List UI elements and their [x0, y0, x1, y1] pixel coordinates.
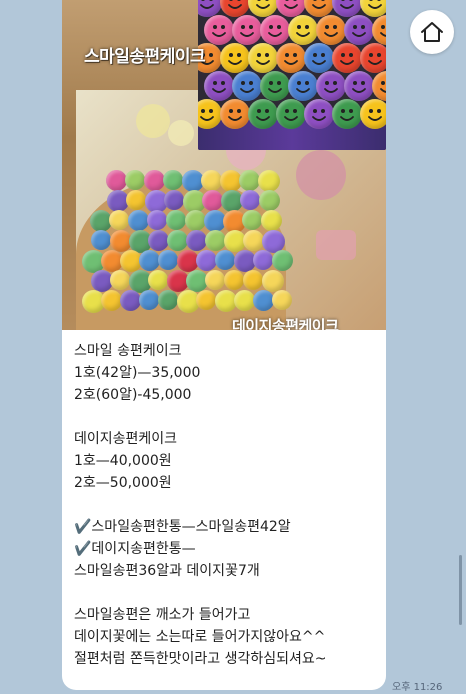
rice-cake-ball — [196, 290, 216, 310]
message-line: ✔️스마일송편한통—스마일송편42알 — [74, 519, 291, 535]
rice-cake-ball — [186, 230, 207, 251]
smiley-rice-cake — [260, 15, 290, 45]
rice-cake-ball — [120, 290, 141, 311]
message-line: 스마일송편36알과 데이지꽃7개 — [74, 563, 260, 579]
rice-cake-ball — [185, 210, 206, 231]
rice-cake-ball — [109, 210, 129, 230]
message-line: 데이지꽃에는 소는따로 들어가지않아요^^ — [74, 629, 326, 645]
rice-cake-ball — [164, 190, 184, 210]
rice-cake-ball — [240, 190, 260, 210]
smiley-rice-cake — [316, 71, 346, 101]
smiley-rice-cake — [288, 71, 318, 101]
rice-cake-ball — [202, 190, 223, 211]
message-line: 스마일송편은 깨소가 들어가고 — [74, 607, 251, 623]
rice-cake-ball — [158, 290, 178, 310]
smiley-rice-cake — [344, 71, 374, 101]
smiley-rice-cake — [204, 15, 234, 45]
caption-bottom: 데이지송편케이크 — [232, 317, 339, 330]
rice-cake-ball — [201, 170, 222, 191]
smiley-rice-cake — [372, 71, 386, 101]
rice-cake-ball — [166, 210, 186, 230]
smiley-rice-cake — [276, 99, 306, 129]
rice-cake-ball — [148, 230, 169, 251]
rice-cake-ball — [110, 270, 130, 290]
message-line: ✔️데이지송편한통— — [74, 541, 196, 557]
smiley-rice-cake — [332, 99, 362, 129]
rice-cake-ball — [224, 270, 244, 290]
rice-cake-ball — [262, 270, 284, 292]
smiley-cake-photo — [198, 0, 386, 150]
rice-cake-ball — [243, 270, 263, 290]
home-icon — [421, 22, 443, 42]
message-line: 1호(42알)—35,000 — [74, 365, 201, 381]
smiley-rice-cake — [288, 15, 318, 45]
rice-cake-ball — [139, 290, 159, 310]
message-photo[interactable]: 스마일송편케이크 데이지송편케이크 — [62, 0, 386, 330]
rice-cake-ball — [91, 230, 111, 250]
smiley-rice-cake — [360, 43, 386, 73]
rice-cake-ball — [163, 170, 183, 190]
rice-cake-ball — [139, 250, 160, 271]
rice-cake-ball — [106, 170, 127, 191]
rice-cake-ball — [239, 170, 260, 191]
rice-cake-ball — [261, 210, 282, 231]
rice-cake-ball — [253, 290, 274, 311]
smiley-rice-cake — [248, 99, 278, 129]
smiley-rice-cake — [220, 43, 250, 73]
smiley-rice-cake — [260, 71, 290, 101]
smiley-rice-cake — [276, 43, 306, 73]
caption-top: 스마일송편케이크 — [84, 47, 206, 67]
smiley-rice-cake — [304, 99, 334, 129]
rice-cake-ball — [242, 210, 262, 230]
smiley-rice-cake — [232, 71, 262, 101]
smiley-rice-cake — [332, 43, 362, 73]
message-line: 데이지송편케이크 — [74, 431, 178, 447]
smiley-rice-cake — [372, 15, 386, 45]
smiley-rice-cake — [220, 99, 250, 129]
rice-cake-ball — [272, 290, 292, 310]
smiley-rice-cake — [204, 71, 234, 101]
smiley-rice-cake — [198, 99, 222, 129]
rice-cake-ball — [234, 290, 255, 311]
rice-cake-ball — [243, 230, 264, 251]
rice-cake-ball — [205, 230, 226, 251]
rice-cake-ball — [147, 210, 167, 230]
message-timestamp: 오후 11:26 — [392, 682, 443, 693]
smiley-rice-cake — [344, 15, 374, 45]
scrollbar[interactable] — [459, 555, 462, 625]
rice-cake-ball — [126, 190, 146, 210]
rice-cake-ball — [125, 170, 145, 190]
rice-cake-ball — [101, 290, 122, 311]
message-line: 2호(60알)-45,000 — [74, 387, 192, 403]
smiley-rice-cake — [316, 15, 346, 45]
smiley-rice-cake — [304, 43, 334, 73]
message-text: 스마일 송편케이크 1호(42알)—35,000 2호(60알)-45,000 … — [62, 330, 386, 670]
rice-cake-ball — [196, 250, 217, 271]
rice-cake-ball — [144, 170, 165, 191]
message-line: 절편처럼 쫀득한맛이라고 생각하심되셔요~ — [74, 651, 327, 667]
rice-cake-ball — [148, 270, 168, 290]
message-line: 2호—50,000원 — [74, 475, 172, 491]
rice-cake-ball — [259, 190, 280, 211]
rice-cake-ball — [205, 270, 225, 290]
rice-cake-ball — [128, 210, 149, 231]
smiley-rice-cake — [232, 15, 262, 45]
smiley-rice-cake — [360, 99, 386, 129]
rice-cake-ball — [272, 250, 293, 271]
rice-cake-ball — [158, 250, 178, 270]
message-line: 1호—40,000원 — [74, 453, 172, 469]
rice-cake-ball — [167, 230, 188, 251]
home-button[interactable] — [410, 10, 454, 54]
rice-cake-ball — [215, 250, 235, 270]
message-line: 스마일 송편케이크 — [74, 343, 182, 359]
smiley-rice-cake — [248, 43, 278, 73]
message-bubble: 스마일송편케이크 데이지송편케이크 스마일 송편케이크 1호(42알)—35,0… — [62, 0, 386, 690]
rice-cake-ball — [258, 170, 280, 192]
rice-cake-ball — [253, 250, 273, 270]
